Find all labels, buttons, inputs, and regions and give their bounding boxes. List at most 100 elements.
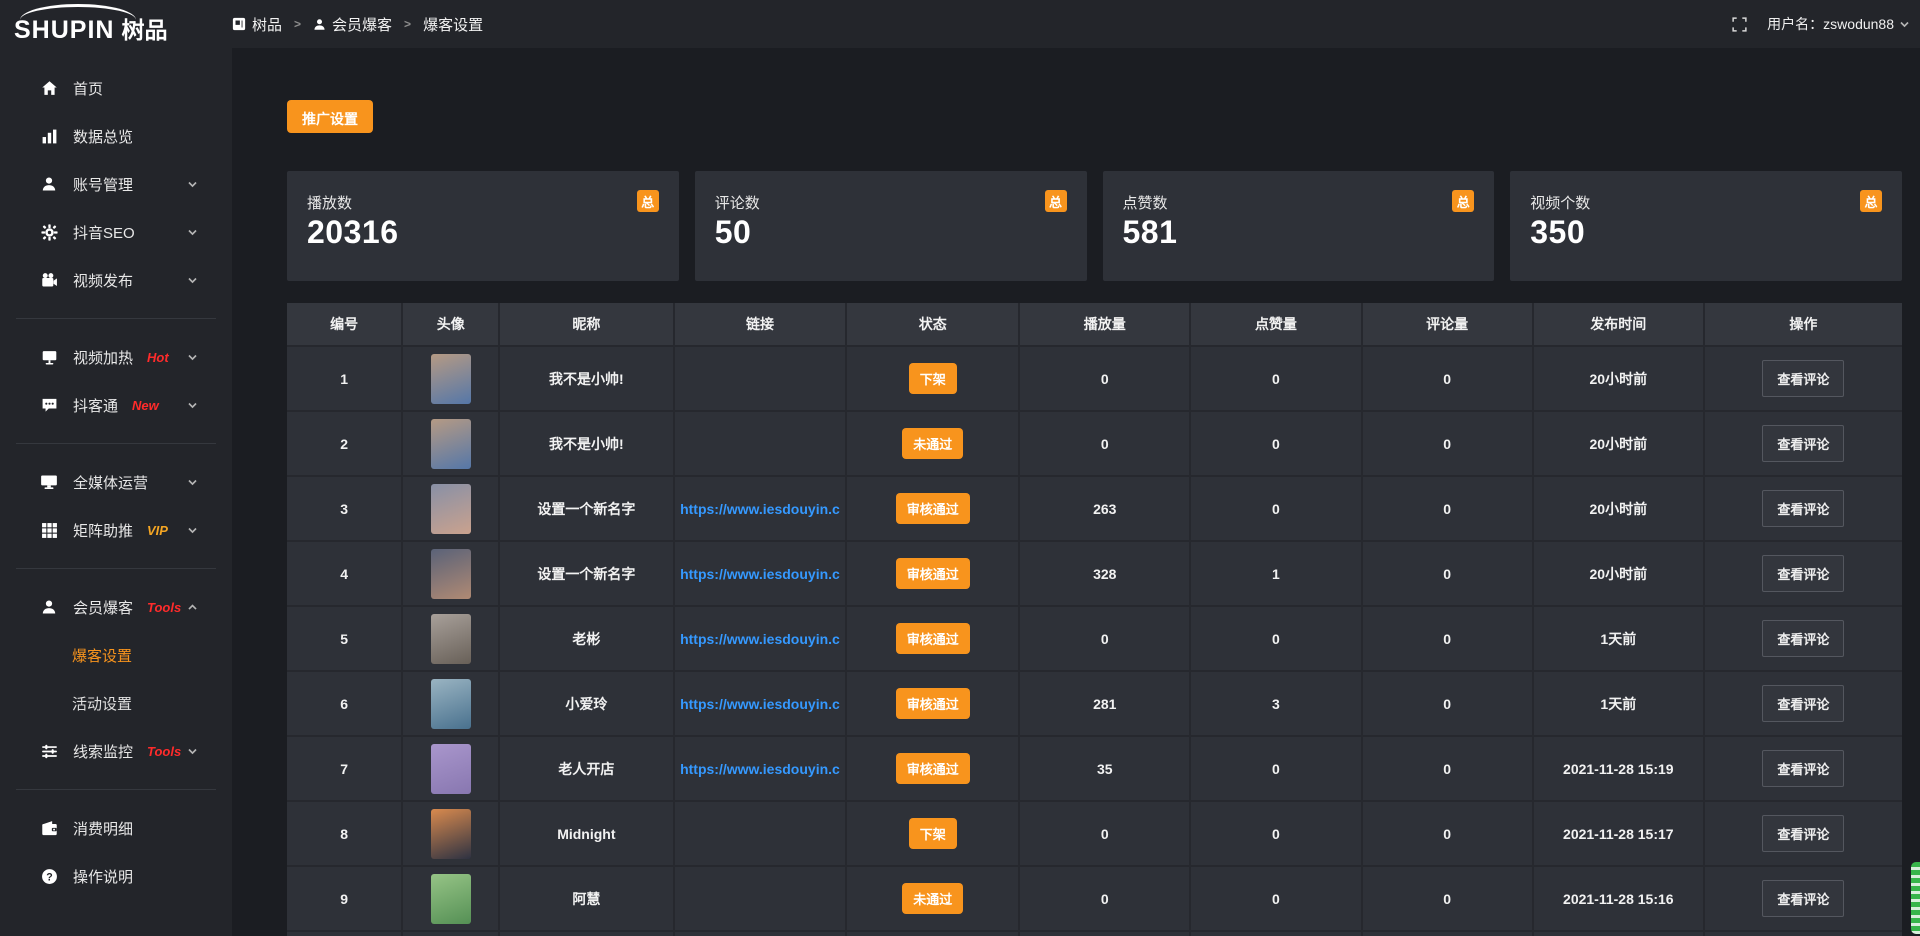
sidebar-item-label: 矩阵助推 — [73, 520, 133, 541]
avatar — [431, 679, 471, 729]
column-header: 评论量 — [1363, 303, 1534, 345]
cell-comments: 0 — [1363, 867, 1534, 930]
avatar — [431, 484, 471, 534]
cell-comments: 0 — [1363, 802, 1534, 865]
breadcrumb-item-shupin[interactable]: 树品 — [232, 14, 282, 35]
cell-link — [675, 932, 848, 936]
cell-likes — [1191, 932, 1362, 936]
cell-nickname: 小爱玲 — [500, 672, 674, 735]
video-link[interactable]: https://www.iesdouyin.c — [675, 566, 845, 582]
avatar — [431, 809, 471, 859]
sidebar-item-video-heat[interactable]: 视频加热 Hot — [0, 333, 232, 381]
view-comments-button[interactable]: 查看评论 — [1762, 425, 1844, 462]
video-link[interactable]: https://www.iesdouyin.c — [675, 631, 845, 647]
cell-nickname: 老人开店 — [500, 737, 674, 800]
cell-actions: 查看评论 — [1705, 347, 1902, 410]
view-comments-button[interactable]: 查看评论 — [1762, 555, 1844, 592]
sidebar-item-douketong[interactable]: 抖客通New — [0, 381, 232, 429]
user-menu[interactable]: 用户名：zswodun88 — [1767, 14, 1910, 34]
total-badge: 总 — [1860, 190, 1882, 212]
view-comments-button[interactable]: 查看评论 — [1762, 685, 1844, 722]
cell-comments: 0 — [1363, 477, 1534, 540]
table-header-row: 编号头像昵称链接状态播放量点赞量评论量发布时间操作 — [287, 303, 1902, 345]
cell-plays: 0 — [1020, 347, 1191, 410]
cell-likes: 3 — [1191, 672, 1362, 735]
fullscreen-icon[interactable] — [1732, 17, 1747, 32]
cell-avatar — [403, 347, 500, 410]
table-row: 7老人开店https://www.iesdouyin.c审核通过35002021… — [287, 735, 1902, 800]
sidebar-item-clue-monitor[interactable]: 线索监控 Tools — [0, 727, 232, 775]
view-comments-button[interactable]: 查看评论 — [1762, 490, 1844, 527]
sidebar-item-label: 操作说明 — [73, 866, 133, 887]
cell-status — [847, 932, 1020, 936]
video-link[interactable]: https://www.iesdouyin.c — [675, 696, 845, 712]
view-comments-button[interactable]: 查看评论 — [1762, 360, 1844, 397]
camera-icon — [40, 272, 58, 289]
floating-widget[interactable] — [1911, 862, 1920, 934]
sidebar-item-operation-guide[interactable]: ? 操作说明 — [0, 852, 232, 900]
view-comments-button[interactable]: 查看评论 — [1762, 880, 1844, 917]
sidebar-item-video-publish[interactable]: 视频发布 — [0, 256, 232, 304]
view-comments-button[interactable]: 查看评论 — [1762, 815, 1844, 852]
sidebar-divider — [16, 443, 216, 444]
cell-likes: 0 — [1191, 477, 1362, 540]
sidebar: 首页数据总览账号管理抖音SEO视频发布视频加热 Hot 抖客通New 全媒体运营矩阵助… — [0, 48, 232, 936]
topbar: SHUPIN 树品 树品 > 会员爆客 > 爆客设置 用户名：zswodun88 — [0, 0, 1920, 48]
logo: SHUPIN 树品 — [0, 0, 232, 48]
cell-nickname: 设置一个新名字 — [500, 477, 674, 540]
sidebar-item-matrix-boost[interactable]: 矩阵助推VIP — [0, 506, 232, 554]
chevron-down-icon — [183, 746, 201, 757]
cell-likes: 0 — [1191, 867, 1362, 930]
user-icon — [313, 18, 326, 31]
sidebar-item-account-management[interactable]: 账号管理 — [0, 160, 232, 208]
cell-id: 8 — [287, 802, 403, 865]
table-row: 6小爱玲https://www.iesdouyin.c审核通过281301天前查… — [287, 670, 1902, 735]
chevron-down-icon — [183, 352, 201, 363]
cell-status: 下架 — [847, 802, 1020, 865]
sidebar-item-label: 视频加热 — [73, 347, 133, 368]
cell-status: 审核通过 — [847, 737, 1020, 800]
svg-text:?: ? — [46, 871, 52, 883]
sidebar-subitem-baoke-settings[interactable]: 爆客设置 — [0, 631, 232, 679]
stat-label: 评论数 — [715, 192, 1067, 213]
cell-comments: 0 — [1363, 737, 1534, 800]
cell-plays: 0 — [1020, 802, 1191, 865]
sidebar-item-data-overview[interactable]: 数据总览 — [0, 112, 232, 160]
sidebar-item-label: 消费明细 — [73, 818, 133, 839]
sidebar-subitem-activity-settings[interactable]: 活动设置 — [0, 679, 232, 727]
view-comments-button[interactable]: 查看评论 — [1762, 620, 1844, 657]
video-link[interactable]: https://www.iesdouyin.c — [675, 761, 845, 777]
view-comments-button[interactable]: 查看评论 — [1762, 750, 1844, 787]
sidebar-item-douyin-seo[interactable]: 抖音SEO — [0, 208, 232, 256]
sidebar-item-tag: Tools — [147, 744, 181, 759]
cell-link — [675, 412, 848, 475]
cell-avatar — [403, 477, 500, 540]
status-badge: 审核通过 — [896, 688, 970, 719]
cell-avatar — [403, 412, 500, 475]
video-link[interactable]: https://www.iesdouyin.c — [675, 501, 845, 517]
breadcrumb: 树品 > 会员爆客 > 爆客设置 — [232, 14, 483, 35]
cell-comments: 0 — [1363, 347, 1534, 410]
total-badge: 总 — [1045, 190, 1067, 212]
sidebar-divider — [16, 789, 216, 790]
column-header: 状态 — [847, 303, 1020, 345]
sidebar-item-label: 全媒体运营 — [73, 472, 148, 493]
sidebar-item-tag: New — [132, 398, 159, 413]
sidebar-item-member-baoke[interactable]: 会员爆客Tools — [0, 583, 232, 631]
chevron-down-icon — [183, 275, 201, 286]
cell-avatar — [403, 802, 500, 865]
cell-comments: 0 — [1363, 412, 1534, 475]
sidebar-item-tag: Hot — [147, 350, 169, 365]
main-content: 推广设置 播放数20316总评论数50总点赞数581总视频个数350总 编号头像… — [232, 48, 1920, 936]
status-badge: 未通过 — [902, 883, 963, 914]
chart-icon — [40, 128, 58, 145]
member-icon — [40, 599, 58, 615]
promo-settings-button[interactable]: 推广设置 — [287, 100, 373, 133]
breadcrumb-item-member-baoke[interactable]: 会员爆客 — [313, 14, 392, 35]
sidebar-item-consume-detail[interactable]: 消费明细 — [0, 804, 232, 852]
sidebar-item-label: 线索监控 — [73, 741, 133, 762]
avatar — [431, 744, 471, 794]
sidebar-item-home[interactable]: 首页 — [0, 64, 232, 112]
cell-status: 审核通过 — [847, 477, 1020, 540]
sidebar-item-all-media-operation[interactable]: 全媒体运营 — [0, 458, 232, 506]
